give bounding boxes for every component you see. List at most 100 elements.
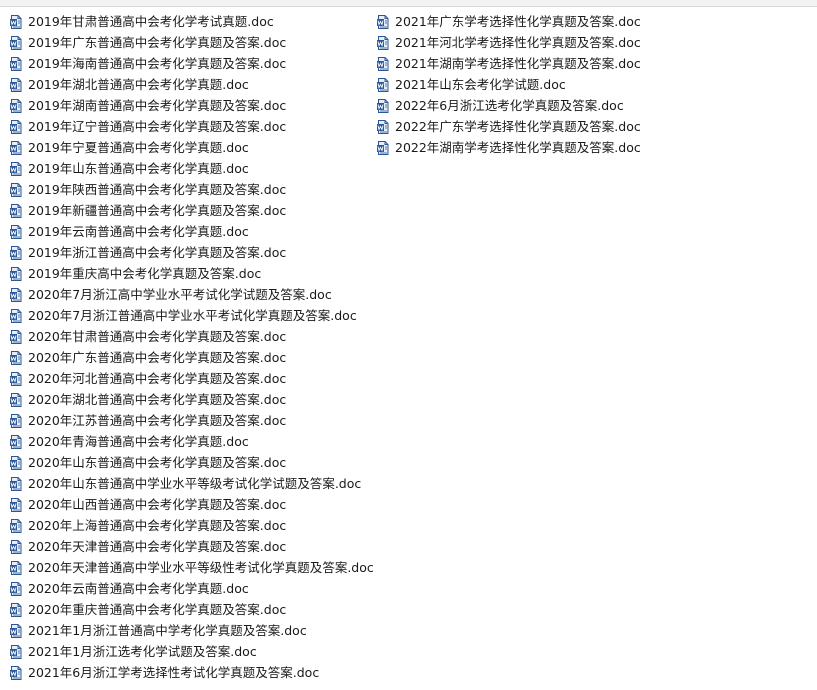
word-doc-icon: [10, 77, 22, 92]
file-item[interactable]: 2019年甘肃普通高中会考化学考试真题.doc: [10, 11, 380, 32]
file-name: 2020年湖北普通高中会考化学真题及答案.doc: [28, 392, 287, 407]
file-item[interactable]: 2021年山东会考化学试题.doc: [377, 74, 737, 95]
file-name: 2019年海南普通高中会考化学真题及答案.doc: [28, 56, 287, 71]
file-name: 2020年山东普通高中会考化学真题及答案.doc: [28, 455, 287, 470]
file-item[interactable]: 2021年1月浙江普通高中学考化学真题及答案.doc: [10, 620, 380, 641]
word-doc-icon: [377, 56, 389, 71]
word-doc-icon: [10, 161, 22, 176]
file-item[interactable]: 2020年甘肃普通高中会考化学真题及答案.doc: [10, 326, 380, 347]
word-doc-icon: [10, 602, 22, 617]
file-item[interactable]: 2020年7月浙江高中学业水平考试化学试题及答案.doc: [10, 284, 380, 305]
word-doc-icon: [10, 392, 22, 407]
file-item[interactable]: 2020年7月浙江普通高中学业水平考试化学真题及答案.doc: [10, 305, 380, 326]
file-item[interactable]: 2019年山东普通高中会考化学真题.doc: [10, 158, 380, 179]
word-doc-icon: [10, 140, 22, 155]
file-item[interactable]: 2020年山西普通高中会考化学真题及答案.doc: [10, 494, 380, 515]
file-item[interactable]: 2022年广东学考选择性化学真题及答案.doc: [377, 116, 737, 137]
file-name: 2019年广东普通高中会考化学真题及答案.doc: [28, 35, 287, 50]
word-doc-icon: [10, 224, 22, 239]
file-item[interactable]: 2020年天津普通高中会考化学真题及答案.doc: [10, 536, 380, 557]
file-item[interactable]: 2020年河北普通高中会考化学真题及答案.doc: [10, 368, 380, 389]
file-item[interactable]: 2020年青海普通高中会考化学真题.doc: [10, 431, 380, 452]
word-doc-icon: [10, 182, 22, 197]
file-name: 2020年甘肃普通高中会考化学真题及答案.doc: [28, 329, 287, 344]
file-name: 2021年河北学考选择性化学真题及答案.doc: [395, 35, 641, 50]
file-name: 2022年湖南学考选择性化学真题及答案.doc: [395, 140, 641, 155]
file-name: 2022年广东学考选择性化学真题及答案.doc: [395, 119, 641, 134]
word-doc-icon: [10, 266, 22, 281]
file-item[interactable]: 2019年浙江普通高中会考化学真题及答案.doc: [10, 242, 380, 263]
file-name: 2020年天津普通高中会考化学真题及答案.doc: [28, 539, 287, 554]
file-name: 2019年宁夏普通高中会考化学真题.doc: [28, 140, 249, 155]
file-item[interactable]: 2019年海南普通高中会考化学真题及答案.doc: [10, 53, 380, 74]
file-item[interactable]: 2019年宁夏普通高中会考化学真题.doc: [10, 137, 380, 158]
file-item[interactable]: 2021年湖南学考选择性化学真题及答案.doc: [377, 53, 737, 74]
file-name: 2019年甘肃普通高中会考化学考试真题.doc: [28, 14, 274, 29]
file-name: 2020年天津普通高中学业水平等级性考试化学真题及答案.doc: [28, 560, 374, 575]
file-item[interactable]: 2020年山东普通高中会考化学真题及答案.doc: [10, 452, 380, 473]
file-name: 2020年7月浙江普通高中学业水平考试化学真题及答案.doc: [28, 308, 357, 323]
word-doc-icon: [10, 308, 22, 323]
file-name: 2020年山西普通高中会考化学真题及答案.doc: [28, 497, 287, 512]
file-item[interactable]: 2019年湖南普通高中会考化学真题及答案.doc: [10, 95, 380, 116]
file-item[interactable]: 2021年河北学考选择性化学真题及答案.doc: [377, 32, 737, 53]
file-name: 2020年河北普通高中会考化学真题及答案.doc: [28, 371, 287, 386]
word-doc-icon: [10, 644, 22, 659]
word-doc-icon: [10, 14, 22, 29]
file-item[interactable]: 2020年云南普通高中会考化学真题.doc: [10, 578, 380, 599]
file-name: 2019年湖南普通高中会考化学真题及答案.doc: [28, 98, 287, 113]
word-doc-icon: [10, 497, 22, 512]
word-doc-icon: [10, 329, 22, 344]
word-doc-icon: [10, 371, 22, 386]
file-name: 2022年6月浙江选考化学真题及答案.doc: [395, 98, 624, 113]
word-doc-icon: [377, 35, 389, 50]
file-item[interactable]: 2020年天津普通高中学业水平等级性考试化学真题及答案.doc: [10, 557, 380, 578]
word-doc-icon: [10, 518, 22, 533]
file-item[interactable]: 2019年湖北普通高中会考化学真题.doc: [10, 74, 380, 95]
word-doc-icon: [10, 245, 22, 260]
file-item[interactable]: 2020年重庆普通高中会考化学真题及答案.doc: [10, 599, 380, 620]
file-item[interactable]: 2021年广东学考选择性化学真题及答案.doc: [377, 11, 737, 32]
file-name: 2019年云南普通高中会考化学真题.doc: [28, 224, 249, 239]
file-item[interactable]: 2020年上海普通高中会考化学真题及答案.doc: [10, 515, 380, 536]
file-name: 2019年辽宁普通高中会考化学真题及答案.doc: [28, 119, 287, 134]
word-doc-icon: [10, 539, 22, 554]
window-top-edge: [0, 0, 817, 7]
file-item[interactable]: 2019年陕西普通高中会考化学真题及答案.doc: [10, 179, 380, 200]
word-doc-icon: [377, 77, 389, 92]
file-item[interactable]: 2019年重庆高中会考化学真题及答案.doc: [10, 263, 380, 284]
file-name: 2020年广东普通高中会考化学真题及答案.doc: [28, 350, 287, 365]
file-item[interactable]: 2020年广东普通高中会考化学真题及答案.doc: [10, 347, 380, 368]
word-doc-icon: [377, 140, 389, 155]
file-item[interactable]: 2021年1月浙江选考化学试题及答案.doc: [10, 641, 380, 662]
file-item[interactable]: 2020年江苏普通高中会考化学真题及答案.doc: [10, 410, 380, 431]
file-name: 2021年山东会考化学试题.doc: [395, 77, 566, 92]
file-item[interactable]: 2020年山东普通高中学业水平等级考试化学试题及答案.doc: [10, 473, 380, 494]
word-doc-icon: [10, 413, 22, 428]
file-item[interactable]: 2019年新疆普通高中会考化学真题及答案.doc: [10, 200, 380, 221]
word-doc-icon: [10, 119, 22, 134]
file-list-column-left: 2019年甘肃普通高中会考化学考试真题.doc 2019年广东普通高中会考化学真题…: [10, 11, 380, 683]
file-name: 2019年浙江普通高中会考化学真题及答案.doc: [28, 245, 287, 260]
word-doc-icon: [377, 14, 389, 29]
file-list-column-right: 2021年广东学考选择性化学真题及答案.doc 2021年河北学考选择性化学真题及…: [377, 11, 737, 683]
word-doc-icon: [10, 98, 22, 113]
word-doc-icon: [10, 623, 22, 638]
file-item[interactable]: 2022年湖南学考选择性化学真题及答案.doc: [377, 137, 737, 158]
word-doc-icon: [10, 455, 22, 470]
file-item[interactable]: 2022年6月浙江选考化学真题及答案.doc: [377, 95, 737, 116]
file-name: 2021年1月浙江选考化学试题及答案.doc: [28, 644, 257, 659]
word-doc-icon: [10, 35, 22, 50]
file-item[interactable]: 2019年广东普通高中会考化学真题及答案.doc: [10, 32, 380, 53]
file-item[interactable]: 2021年6月浙江学考选择性考试化学真题及答案.doc: [10, 662, 380, 683]
file-name: 2019年新疆普通高中会考化学真题及答案.doc: [28, 203, 287, 218]
file-item[interactable]: 2019年云南普通高中会考化学真题.doc: [10, 221, 380, 242]
file-name: 2020年江苏普通高中会考化学真题及答案.doc: [28, 413, 287, 428]
file-name: 2021年1月浙江普通高中学考化学真题及答案.doc: [28, 623, 307, 638]
file-name: 2020年重庆普通高中会考化学真题及答案.doc: [28, 602, 287, 617]
file-item[interactable]: 2019年辽宁普通高中会考化学真题及答案.doc: [10, 116, 380, 137]
word-doc-icon: [10, 56, 22, 71]
word-doc-icon: [10, 287, 22, 302]
file-item[interactable]: 2020年湖北普通高中会考化学真题及答案.doc: [10, 389, 380, 410]
word-doc-icon: [10, 560, 22, 575]
